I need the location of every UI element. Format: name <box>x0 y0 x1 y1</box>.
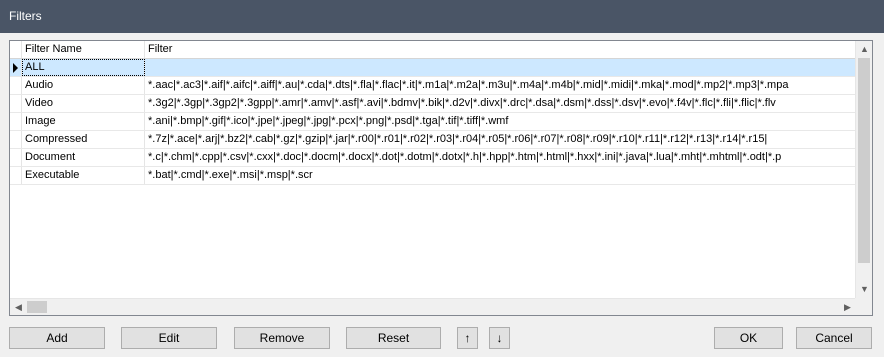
vertical-scroll-thumb[interactable] <box>858 58 870 263</box>
column-header-filter-name[interactable]: Filter Name <box>22 41 145 58</box>
filter-cell[interactable] <box>145 59 856 76</box>
title-bar: Filters <box>0 0 884 33</box>
cancel-button[interactable]: Cancel <box>796 327 872 349</box>
scroll-up-icon[interactable]: ▲ <box>856 41 872 58</box>
scrollbar-corner <box>855 298 872 315</box>
grid-header: Filter Name Filter <box>10 41 856 59</box>
row-header[interactable] <box>10 77 22 94</box>
row-header[interactable] <box>10 95 22 112</box>
filter-cell[interactable]: *.ani|*.bmp|*.gif|*.ico|*.jpe|*.jpeg|*.j… <box>145 113 856 130</box>
filter-name-cell[interactable]: Executable <box>22 167 145 184</box>
filter-name-cell[interactable]: Compressed <box>22 131 145 148</box>
row-header-corner <box>10 41 22 58</box>
filter-cell[interactable]: *.c|*.chm|*.cpp|*.csv|*.cxx|*.doc|*.docm… <box>145 149 856 166</box>
table-row[interactable]: Video *.3g2|*.3gp|*.3gp2|*.3gpp|*.amr|*.… <box>10 95 856 113</box>
filter-cell[interactable]: *.7z|*.ace|*.arj|*.bz2|*.cab|*.gz|*.gzip… <box>145 131 856 148</box>
column-header-filter[interactable]: Filter <box>145 41 856 58</box>
scroll-down-icon[interactable]: ▼ <box>856 281 872 298</box>
add-button[interactable]: Add <box>9 327 105 349</box>
scroll-right-icon[interactable]: ▶ <box>839 299 856 315</box>
row-header[interactable] <box>10 113 22 130</box>
filter-name-cell[interactable]: Audio <box>22 77 145 94</box>
current-row-arrow-icon <box>13 63 18 73</box>
horizontal-scrollbar[interactable]: ◀ ▶ <box>10 298 856 315</box>
vertical-scrollbar[interactable]: ▲ ▼ <box>855 41 872 298</box>
move-down-button[interactable]: ↓ <box>489 327 510 349</box>
edit-button[interactable]: Edit <box>121 327 217 349</box>
filter-cell[interactable]: *.aac|*.ac3|*.aif|*.aifc|*.aiff|*.au|*.c… <box>145 77 856 94</box>
filter-name-cell[interactable]: Document <box>22 149 145 166</box>
row-header[interactable] <box>10 149 22 166</box>
remove-button[interactable]: Remove <box>234 327 330 349</box>
filter-cell[interactable]: *.3g2|*.3gp|*.3gp2|*.3gpp|*.amr|*.amv|*.… <box>145 95 856 112</box>
filter-name-cell[interactable]: ALL <box>22 59 145 76</box>
row-header[interactable] <box>10 131 22 148</box>
table-row[interactable]: Image *.ani|*.bmp|*.gif|*.ico|*.jpe|*.jp… <box>10 113 856 131</box>
row-header[interactable] <box>10 167 22 184</box>
filter-name-cell[interactable]: Image <box>22 113 145 130</box>
table-row[interactable]: Audio *.aac|*.ac3|*.aif|*.aifc|*.aiff|*.… <box>10 77 856 95</box>
filter-cell[interactable]: *.bat|*.cmd|*.exe|*.msi|*.msp|*.scr <box>145 167 856 184</box>
move-up-button[interactable]: ↑ <box>457 327 478 349</box>
table-row[interactable]: ALL <box>10 59 856 77</box>
table-row[interactable]: Compressed *.7z|*.ace|*.arj|*.bz2|*.cab|… <box>10 131 856 149</box>
filter-name-cell[interactable]: Video <box>22 95 145 112</box>
ok-button[interactable]: OK <box>714 327 783 349</box>
table-row[interactable]: Document *.c|*.chm|*.cpp|*.csv|*.cxx|*.d… <box>10 149 856 167</box>
table-row[interactable]: Executable *.bat|*.cmd|*.exe|*.msi|*.msp… <box>10 167 856 185</box>
row-header[interactable] <box>10 59 22 76</box>
filters-grid[interactable]: Filter Name Filter ALL Audio *.aac|*.ac3… <box>9 40 873 316</box>
horizontal-scroll-thumb[interactable] <box>27 301 47 313</box>
window-title: Filters <box>9 9 42 23</box>
scroll-left-icon[interactable]: ◀ <box>10 299 27 315</box>
reset-button[interactable]: Reset <box>346 327 441 349</box>
